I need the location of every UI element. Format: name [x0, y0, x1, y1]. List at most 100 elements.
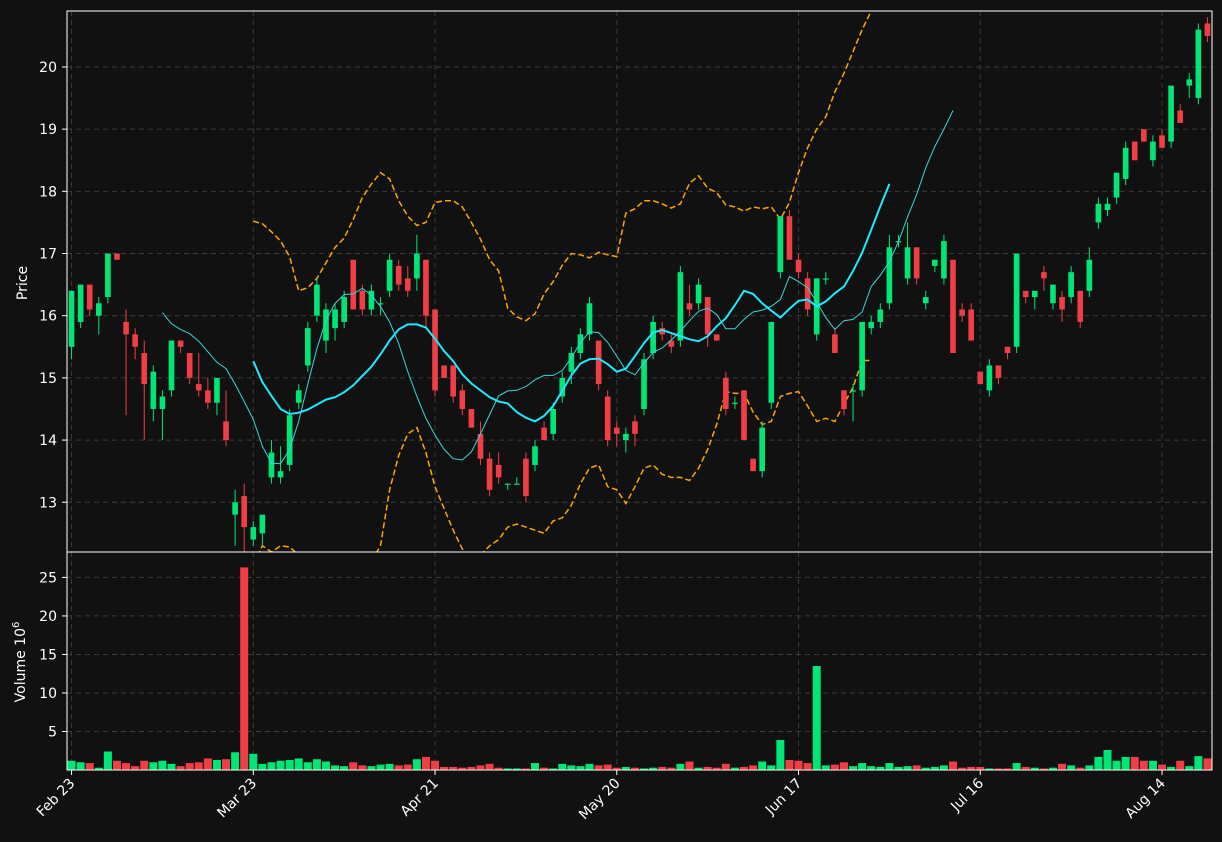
candle-up: [105, 253, 111, 304]
candle-up: [859, 321, 865, 397]
volume-bar: [294, 758, 303, 770]
volume-bar: [1058, 763, 1067, 770]
candle-body: [241, 496, 248, 528]
candle-body: [1131, 141, 1138, 161]
candle-body: [150, 371, 157, 409]
candle-body: [868, 321, 875, 329]
candle-body: [95, 303, 102, 316]
volume-bar: [767, 765, 776, 770]
candle-body: [504, 483, 511, 485]
candle-body: [114, 253, 120, 260]
candle-up: [386, 253, 393, 298]
candle-body: [141, 353, 148, 385]
volume-bar: [676, 763, 685, 770]
volume-bar: [1194, 756, 1203, 770]
volume-bar: [476, 765, 485, 770]
candle-body: [1141, 129, 1147, 142]
volume-bar: [903, 766, 912, 770]
candle-body: [105, 253, 111, 298]
candle-down: [804, 272, 811, 316]
volume-bar: [749, 765, 758, 770]
candle-body: [713, 334, 720, 341]
volume-bar: [403, 764, 412, 770]
candle-body: [1104, 203, 1111, 210]
candle-body: [877, 309, 884, 322]
volume-bar: [421, 756, 430, 770]
candle-body: [804, 278, 811, 310]
volume-bar: [1130, 756, 1139, 770]
figure-background: [0, 0, 1222, 842]
volume-bar: [431, 760, 440, 770]
candle-up: [168, 340, 175, 397]
volume-bar: [385, 763, 394, 770]
candle-body: [432, 309, 438, 391]
volume-bar: [185, 763, 194, 770]
candle-body: [404, 278, 411, 291]
candle-down: [977, 371, 984, 385]
candle-body: [732, 402, 738, 404]
volume-tick-label: 15: [39, 647, 57, 663]
candle-down: [786, 209, 793, 260]
volume-bar: [303, 762, 312, 770]
candle-body: [186, 353, 193, 378]
candle-body: [1068, 272, 1074, 298]
candle-body: [641, 359, 647, 409]
volume-bar: [1067, 765, 1076, 770]
volume-bar: [231, 752, 240, 770]
price-tick-label: 14: [39, 433, 57, 449]
volume-tick-label: 25: [39, 570, 57, 586]
candle-down: [713, 334, 720, 341]
candle-body: [904, 247, 911, 279]
candle-down: [750, 458, 756, 472]
candle-down: [350, 259, 357, 310]
price-axis-label: Price: [15, 266, 31, 300]
volume-bar: [1085, 765, 1094, 770]
volume-bar: [776, 739, 785, 770]
candle-down: [950, 259, 956, 354]
candle-body: [414, 253, 420, 279]
candle-body: [677, 272, 684, 341]
volume-axis-label-exponent: 6: [11, 622, 22, 628]
candle-body: [950, 259, 956, 354]
volume-bar: [249, 753, 258, 770]
candle-body: [359, 290, 366, 310]
volume-bar: [1139, 760, 1148, 770]
candle-body: [1150, 141, 1156, 161]
candle-up: [1195, 23, 1202, 105]
candle-body: [941, 241, 947, 279]
candle-body: [250, 527, 257, 540]
candle-body: [532, 446, 538, 465]
candle-up: [777, 216, 784, 279]
candle-down: [486, 452, 493, 497]
candle-down: [114, 253, 120, 260]
candle-up: [768, 321, 775, 409]
candle-body: [886, 247, 893, 304]
candle-body: [550, 408, 556, 434]
candle-body: [268, 452, 275, 478]
candle-body: [822, 278, 829, 280]
volume-bar: [340, 766, 349, 770]
candle-up: [314, 278, 320, 322]
volume-bar: [603, 764, 612, 770]
volume-bar: [721, 763, 730, 770]
volume-bar: [939, 765, 948, 770]
candle-body: [841, 390, 847, 409]
volume-bar: [912, 765, 921, 770]
candle-down: [523, 452, 529, 503]
candle-body: [495, 464, 502, 478]
candlestick-chart: 13 14 15 16 17 18 19 20 Price 5 10 15 20 25 Volume …: [0, 0, 1222, 842]
candle-body: [168, 340, 175, 391]
candle-body: [1113, 172, 1120, 198]
candle-body: [350, 259, 357, 310]
volume-bar: [131, 766, 140, 770]
candle-body: [223, 421, 229, 441]
volume-bar: [312, 759, 321, 770]
candle-body: [859, 321, 865, 391]
volume-tick-label: 5: [48, 724, 57, 740]
volume-bar: [321, 761, 330, 770]
volume-bar: [485, 763, 494, 770]
volume-bar: [376, 764, 385, 770]
volume-bar: [849, 766, 858, 770]
candle-body: [1095, 203, 1102, 223]
price-tick-label: 17: [39, 247, 57, 263]
